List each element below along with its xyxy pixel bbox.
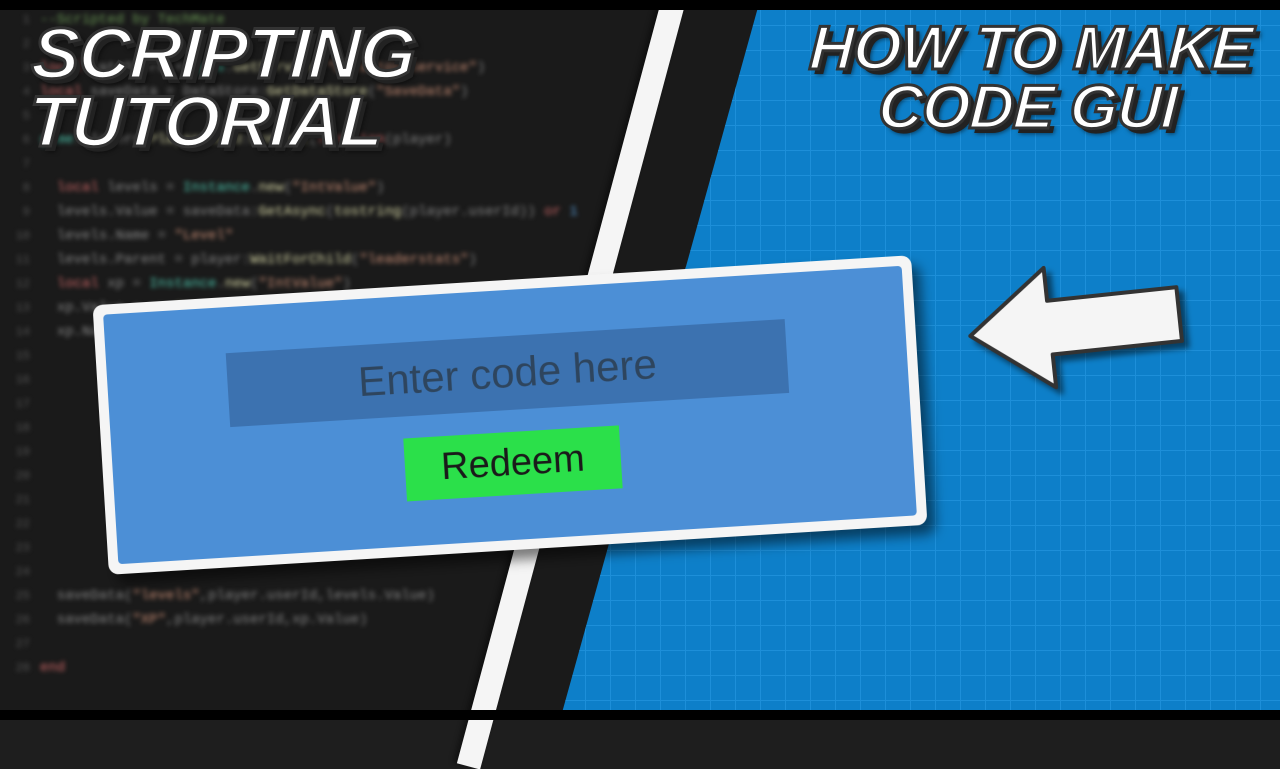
right-title: HOW TO MAKE CODE GUI: [804, 20, 1253, 138]
title-text: CODE GUI: [876, 73, 1178, 142]
redeem-button[interactable]: Redeem: [403, 425, 622, 501]
title-text: TUTORIAL: [26, 82, 385, 162]
letterbox-bottom: [0, 710, 1280, 720]
arrow-left-icon: [953, 238, 1198, 416]
code-gui-panel: Redeem: [93, 255, 928, 575]
code-input[interactable]: [226, 319, 789, 427]
letterbox-top: [0, 0, 1280, 10]
left-title: SCRIPTING TUTORIAL: [26, 20, 416, 157]
